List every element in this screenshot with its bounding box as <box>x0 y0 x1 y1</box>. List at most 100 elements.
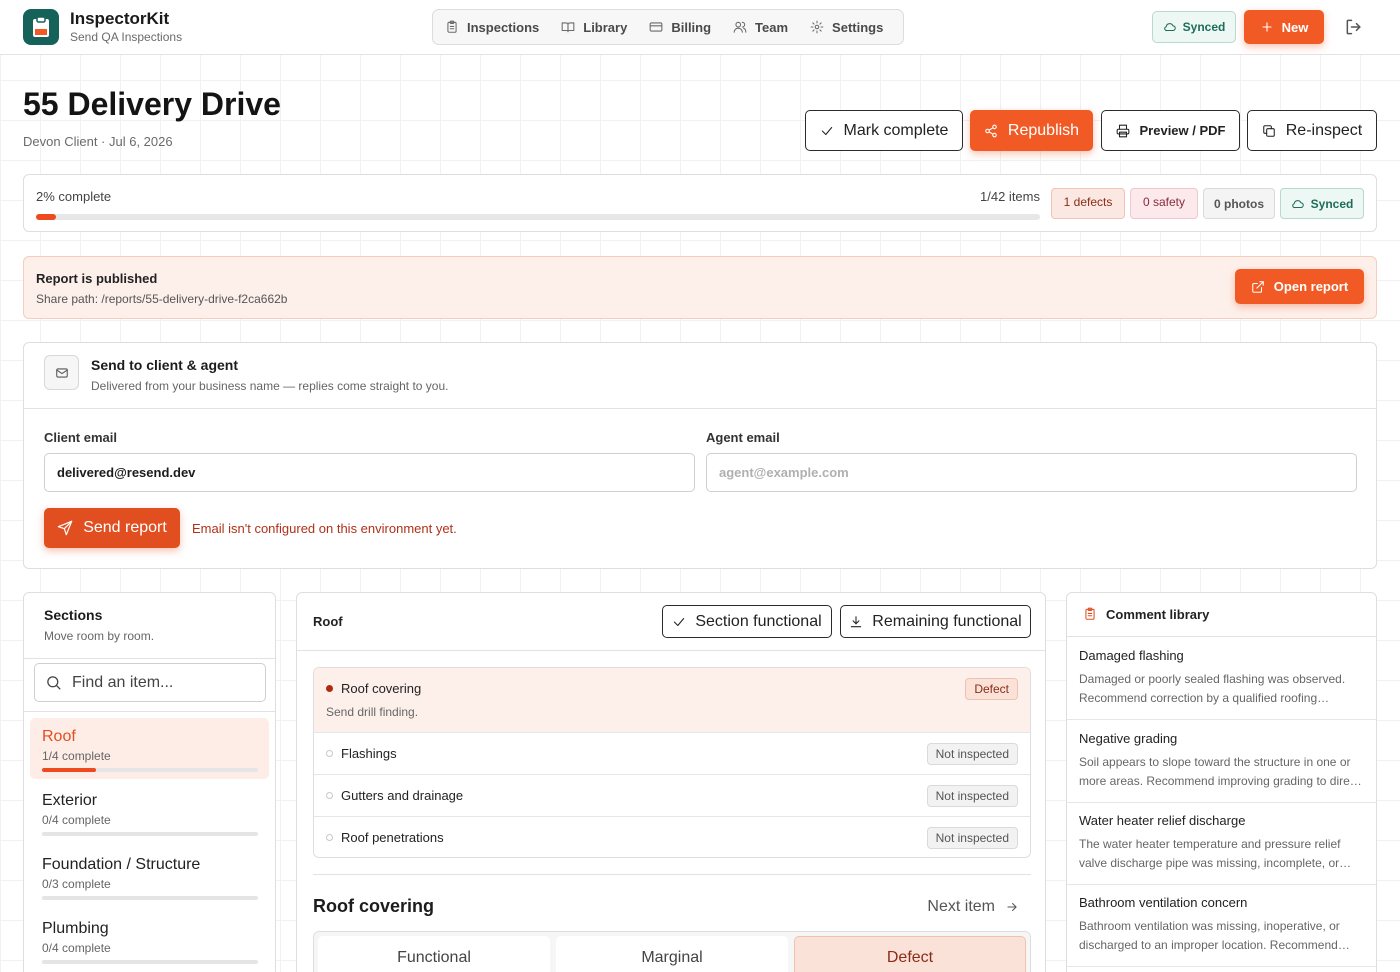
preview-pdf-button[interactable]: Preview / PDF <box>1101 110 1240 151</box>
rating-selector: Functional Marginal Defect <box>313 931 1031 972</box>
comment-name: Damaged flashing <box>1079 648 1184 663</box>
client-email-field[interactable]: delivered@resend.dev <box>44 453 695 492</box>
nav-billing-label: Billing <box>671 19 712 35</box>
rating-marginal[interactable]: Marginal <box>556 936 788 972</box>
cloud-icon <box>1291 199 1304 208</box>
nav-settings[interactable]: Settings <box>810 20 883 35</box>
item-name: Roof penetrations <box>341 830 444 845</box>
mark-complete-button[interactable]: Mark complete <box>805 110 963 151</box>
section-functional-button[interactable]: Section functional <box>662 605 832 638</box>
nav-billing[interactable]: Billing <box>649 20 711 35</box>
section-item-foundation[interactable]: Foundation / Structure 0/3 complete <box>30 846 269 907</box>
synced-badge: Synced <box>1280 188 1364 219</box>
comment-item[interactable]: Negative grading Soil appears to slope t… <box>1067 720 1376 803</box>
section-name: Roof <box>42 728 76 745</box>
synced-badge-label: Synced <box>1310 196 1354 211</box>
item-detail-title: Roof covering <box>313 896 435 916</box>
section-count: 1/4 complete <box>42 749 111 763</box>
comment-text: Damaged or poorly sealed flashing was ob… <box>1079 672 1346 705</box>
clipboard-logo-icon <box>33 16 49 37</box>
client-email-label: Client email <box>44 430 117 445</box>
main-nav: Inspections Library Billing Team Setting… <box>432 9 904 45</box>
page-subtitle: Devon Client · Jul 6, 2026 <box>23 134 173 149</box>
comment-item[interactable]: Damaged flashing Damaged or poorly seale… <box>1067 637 1376 720</box>
nav-team[interactable]: Team <box>733 20 788 35</box>
sections-panel: Sections Move room by room. Find an item… <box>23 592 276 972</box>
section-item-exterior[interactable]: Exterior 0/4 complete <box>30 782 269 843</box>
reinspect-label: Re-inspect <box>1285 121 1363 139</box>
status-badge: Not inspected <box>926 785 1018 807</box>
check-icon <box>821 126 832 135</box>
section-count: 0/3 complete <box>42 877 111 891</box>
status-badge: Not inspected <box>926 827 1018 849</box>
comment-library-panel: Comment library Damaged flashing Damaged… <box>1066 592 1377 972</box>
republish-button[interactable]: Republish <box>970 110 1093 151</box>
search-icon <box>47 676 61 690</box>
item-row-roof-penetrations[interactable]: Roof penetrations Not inspected <box>314 817 1030 857</box>
section-progress-fill <box>42 768 96 772</box>
email-error-message: Email isn't configured on this environme… <box>192 521 457 536</box>
photos-badge: 0 photos <box>1203 188 1275 219</box>
sections-title: Sections <box>44 607 103 623</box>
next-item-button[interactable]: Next item <box>927 898 1019 916</box>
item-note: Send drill finding. <box>326 705 419 719</box>
agent-email-field[interactable]: agent@example.com <box>706 453 1357 492</box>
open-report-button[interactable]: Open report <box>1235 269 1364 304</box>
app-logo[interactable] <box>23 9 59 45</box>
check-icon <box>674 617 685 626</box>
users-icon <box>733 21 747 33</box>
section-progress-bar <box>42 832 258 836</box>
nav-library[interactable]: Library <box>561 20 627 35</box>
logout-button[interactable] <box>1344 17 1364 37</box>
comment-item[interactable]: Water heater relief discharge The water … <box>1067 802 1376 885</box>
item-search-input[interactable]: Find an item... <box>34 663 266 702</box>
printer-icon <box>1116 124 1129 137</box>
status-dot <box>326 834 333 841</box>
nav-inspections-label: Inspections <box>467 19 540 35</box>
next-item-label: Next item <box>927 898 995 915</box>
app-name: InspectorKit <box>70 9 170 28</box>
new-inspection-button[interactable]: New <box>1244 10 1324 44</box>
cloud-icon <box>1163 23 1176 32</box>
clipboard-list-icon <box>1083 607 1097 621</box>
section-detail-panel: Roof Section functional Remaining functi… <box>296 592 1046 972</box>
section-name: Exterior <box>42 792 98 809</box>
reinspect-button[interactable]: Re-inspect <box>1247 110 1377 151</box>
safety-badge: 0 safety <box>1130 188 1198 219</box>
sync-status-label: Synced <box>1182 20 1226 34</box>
current-section-name: Roof <box>313 614 343 629</box>
send-card: Send to client & agent Delivered from yo… <box>23 342 1377 569</box>
remaining-functional-button[interactable]: Remaining functional <box>840 605 1031 638</box>
send-report-label: Send report <box>83 519 167 536</box>
new-button-label: New <box>1281 19 1309 35</box>
top-bar: InspectorKit Send QA Inspections Inspect… <box>0 0 1400 55</box>
open-report-label: Open report <box>1273 279 1349 294</box>
nav-inspections[interactable]: Inspections <box>445 20 539 35</box>
section-item-plumbing[interactable]: Plumbing 0/4 complete <box>30 910 269 971</box>
item-name: Flashings <box>341 746 397 761</box>
republish-label: Republish <box>1007 121 1080 139</box>
comment-name: Bathroom ventilation concern <box>1079 895 1248 910</box>
item-row-flashings[interactable]: Flashings Not inspected <box>314 733 1030 775</box>
gear-icon <box>810 20 824 34</box>
item-list: Roof covering Send drill finding. Defect… <box>313 667 1031 858</box>
external-link-icon <box>1252 280 1264 293</box>
item-row-gutters[interactable]: Gutters and drainage Not inspected <box>314 775 1030 817</box>
defect-dot <box>326 685 333 692</box>
divider <box>297 650 1045 651</box>
divider <box>24 711 275 712</box>
divider <box>24 658 275 659</box>
copy-icon <box>1262 124 1275 137</box>
defects-badge: 1 defects <box>1051 188 1125 219</box>
item-row-roof-covering[interactable]: Roof covering Send drill finding. Defect <box>314 668 1030 733</box>
arrow-right-icon <box>1007 902 1017 912</box>
section-item-roof[interactable]: Roof 1/4 complete <box>30 718 269 779</box>
comment-item[interactable]: Bathroom ventilation concern Bathroom ve… <box>1067 884 1376 967</box>
download-icon <box>851 615 862 627</box>
section-count: 0/4 complete <box>42 941 111 955</box>
send-report-button[interactable]: Send report <box>44 508 180 548</box>
nav-library-label: Library <box>583 19 628 35</box>
comment-library-title: Comment library <box>1106 607 1210 622</box>
rating-defect[interactable]: Defect <box>794 936 1026 972</box>
rating-functional[interactable]: Functional <box>318 936 550 972</box>
